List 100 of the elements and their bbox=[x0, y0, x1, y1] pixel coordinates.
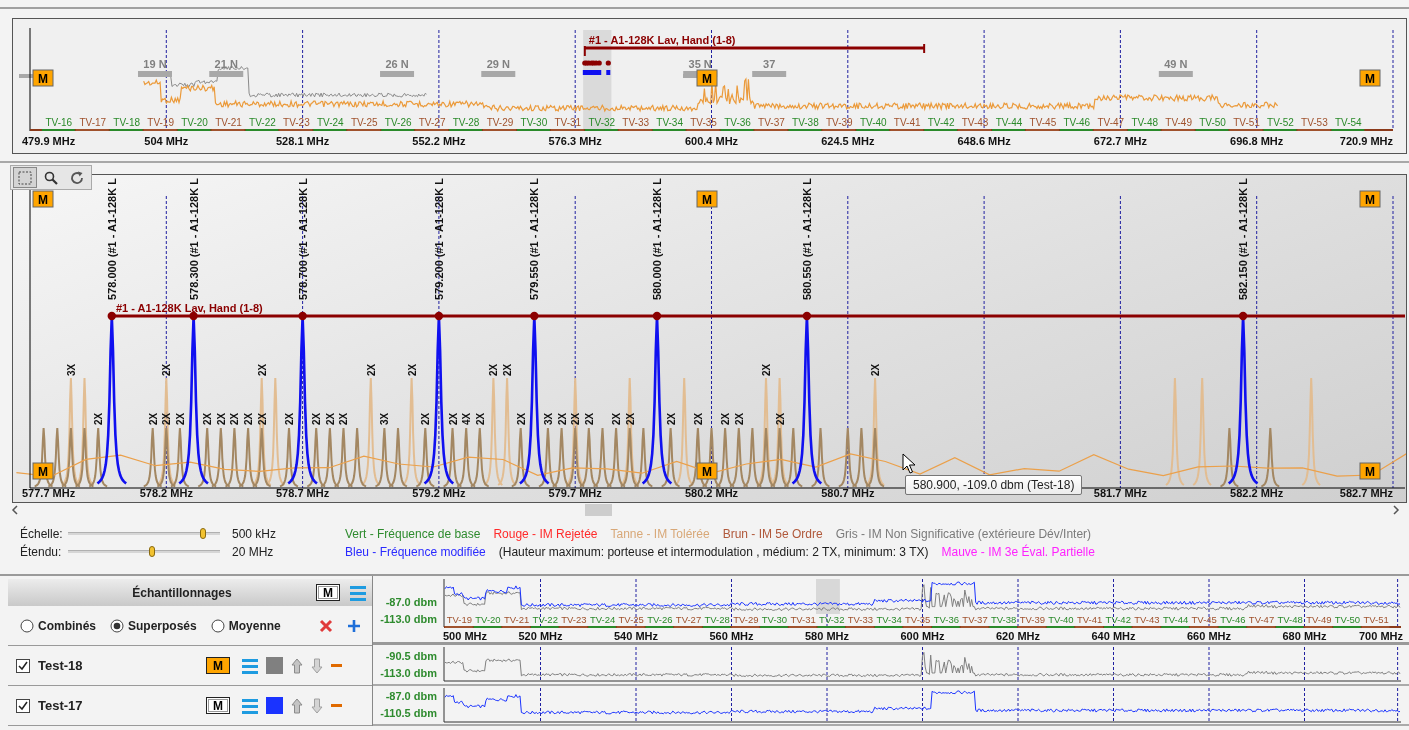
radio-label[interactable]: Moyenne bbox=[228, 618, 281, 633]
marker-button[interactable]: M bbox=[206, 657, 230, 674]
slider-value: 20 MHz bbox=[232, 544, 274, 559]
axis-label: 577.7 MHz bbox=[22, 487, 76, 499]
tv-channel-label: TV-25 bbox=[350, 117, 378, 128]
arrow-down-icon[interactable] bbox=[311, 657, 323, 674]
search-icon bbox=[43, 169, 59, 186]
radio-button[interactable] bbox=[210, 618, 225, 633]
intermod-peak bbox=[701, 427, 722, 488]
tv-channel-label: TV-44 bbox=[995, 117, 1023, 128]
tv-channel-label: TV-24 bbox=[589, 614, 616, 625]
arrow-up-icon[interactable] bbox=[291, 697, 303, 714]
intermod-label: 2X bbox=[256, 412, 268, 425]
arrow-up-icon[interactable] bbox=[291, 657, 303, 674]
tooltip: 580.900, -109.0 dbm (Test-18) bbox=[905, 475, 1083, 495]
intermod-peak bbox=[197, 427, 218, 488]
intermod-peak bbox=[306, 427, 327, 488]
legend-entry: Bleu - Fréquence modifiée bbox=[345, 544, 486, 559]
scroll-left-icon[interactable] bbox=[10, 504, 20, 516]
marker-badge[interactable]: M bbox=[32, 462, 54, 480]
axis-label: 696.8 MHz bbox=[1230, 135, 1284, 147]
checkbox[interactable] bbox=[16, 658, 30, 673]
scrollbar-thumb[interactable] bbox=[585, 504, 612, 516]
list-icon[interactable] bbox=[350, 583, 366, 602]
channel-badge-bar bbox=[138, 71, 172, 77]
color-swatch[interactable] bbox=[266, 697, 283, 714]
carrier-dot bbox=[530, 311, 539, 321]
intermod-label: 2X bbox=[229, 412, 241, 425]
marker-badge[interactable]: M bbox=[696, 69, 718, 87]
list-icon[interactable] bbox=[242, 696, 258, 715]
slider-label: Échelle: bbox=[20, 526, 64, 541]
marker-badge[interactable]: M bbox=[1359, 69, 1381, 87]
intermod-label: 2X bbox=[502, 363, 514, 376]
arrow-down-icon[interactable] bbox=[311, 697, 323, 714]
intermod-peak bbox=[537, 427, 558, 488]
checkbox[interactable] bbox=[16, 698, 30, 713]
minus-icon[interactable] bbox=[331, 703, 342, 708]
tv-channel-label: TV-40 bbox=[1048, 614, 1074, 625]
radio-label[interactable]: Superposés bbox=[128, 618, 197, 633]
intermod-label: 3X bbox=[542, 412, 554, 425]
tv-channel-label: TV-30 bbox=[761, 614, 788, 625]
marker-badge[interactable]: M bbox=[696, 190, 718, 208]
marker-badge[interactable]: M bbox=[696, 462, 718, 480]
intermod-label: 2X bbox=[665, 412, 677, 425]
intermod-label: 2X bbox=[611, 412, 623, 425]
carrier-dot bbox=[605, 60, 611, 66]
carrier-dot bbox=[652, 311, 662, 321]
slider-thumb[interactable] bbox=[148, 546, 155, 557]
tv-channel-label: TV-28 bbox=[452, 117, 480, 128]
axis-label: 560 MHz bbox=[709, 630, 754, 642]
intermod-label: 2X bbox=[583, 412, 595, 425]
tv-channel-label: TV-46 bbox=[1220, 614, 1246, 625]
legend-entry: Rouge - IM Rejetée bbox=[493, 526, 598, 541]
intermod-peak bbox=[1260, 427, 1281, 488]
tv-channel-label: TV-41 bbox=[893, 117, 921, 128]
radio-label[interactable]: Combinés bbox=[38, 618, 96, 633]
carrier-label: 578.300 (#1 - A1-128K L bbox=[187, 178, 200, 300]
marker-badge[interactable]: M bbox=[32, 69, 54, 87]
intermod-label: 2X bbox=[365, 363, 377, 376]
axis-label: 578.2 MHz bbox=[139, 487, 193, 499]
scroll-right-icon[interactable] bbox=[1391, 504, 1401, 516]
marker-badge[interactable]: M bbox=[32, 190, 54, 208]
tv-channel-label: TV-20 bbox=[181, 117, 208, 128]
intermod-label: 2X bbox=[283, 412, 295, 425]
axis-label: 648.6 MHz bbox=[957, 135, 1011, 147]
tv-channel-label: TV-20 bbox=[475, 614, 501, 625]
samples-title: Échantillonnages bbox=[131, 585, 233, 600]
intermod-label: 2X bbox=[147, 412, 159, 425]
view-range-highlight bbox=[816, 579, 840, 614]
tv-channel-label: TV-53 bbox=[1301, 117, 1328, 128]
axis-label: 576.3 MHz bbox=[548, 135, 602, 147]
tv-channel-label: TV-37 bbox=[962, 614, 988, 625]
add-icon[interactable] bbox=[346, 618, 361, 633]
intermod-label: 2X bbox=[720, 412, 732, 425]
intermod-label: 2X bbox=[624, 412, 636, 425]
channel-badge-bar bbox=[380, 71, 415, 77]
intermod-label: 2X bbox=[447, 412, 459, 425]
slider-thumb[interactable] bbox=[200, 528, 207, 539]
tv-channel-label: TV-34 bbox=[876, 614, 902, 625]
tv-channel-label: TV-36 bbox=[933, 614, 960, 625]
marker-badge[interactable]: M bbox=[1359, 190, 1381, 208]
intermod-peak bbox=[456, 427, 477, 488]
tv-channel-label: TV-19 bbox=[147, 117, 174, 128]
slider-value: 500 kHz bbox=[232, 526, 277, 541]
radio-button[interactable] bbox=[110, 618, 124, 633]
channel-badge-bar bbox=[481, 71, 516, 77]
color-swatch[interactable] bbox=[266, 657, 283, 674]
delete-icon[interactable] bbox=[318, 618, 333, 633]
tv-channel-label: TV-46 bbox=[1063, 117, 1091, 128]
tv-channel-label: TV-42 bbox=[1105, 614, 1131, 625]
list-icon[interactable] bbox=[242, 656, 258, 675]
marker-button[interactable]: M bbox=[316, 584, 340, 601]
minus-icon[interactable] bbox=[331, 663, 342, 668]
axis-label: 500 MHz bbox=[443, 630, 488, 642]
intermod-label: 2X bbox=[311, 412, 323, 425]
marker-badge[interactable]: M bbox=[1359, 462, 1381, 480]
marker-button[interactable]: M bbox=[206, 697, 230, 714]
radio-button[interactable] bbox=[20, 618, 34, 633]
tv-channel-label: TV-48 bbox=[1131, 117, 1159, 128]
tv-channel-label: TV-39 bbox=[825, 117, 853, 128]
